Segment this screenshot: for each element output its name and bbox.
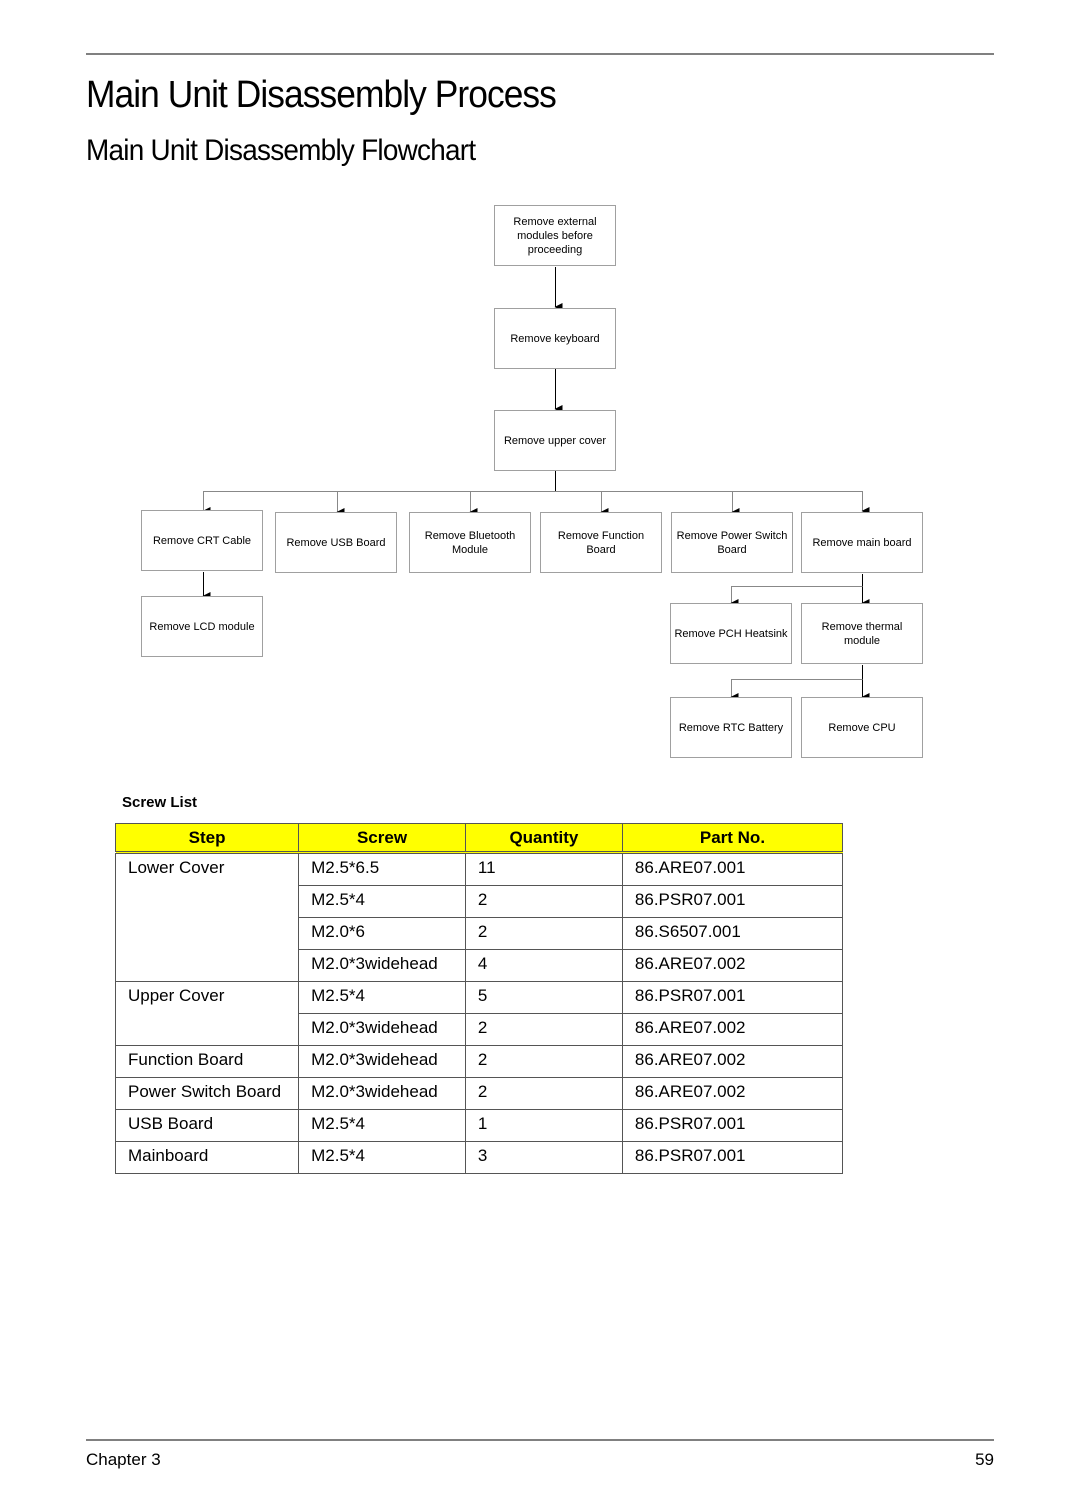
part-no-cell: 86.S6507.001 <box>621 917 844 950</box>
screw-cell: M2.0*3widehead <box>298 1013 466 1046</box>
flow-node-remove-external-modules: Remove external modules before proceedin… <box>494 205 616 266</box>
part-no-cell: 86.PSR07.001 <box>621 1109 844 1142</box>
footer-page-number: 59 <box>975 1450 994 1469</box>
screw-cell: M2.5*4 <box>298 885 466 918</box>
quantity-cell: 11 <box>464 851 623 886</box>
screw-cell: M2.5*4 <box>298 981 466 1014</box>
quantity-cell: 2 <box>464 1013 623 1046</box>
table-row: Function Board M2.0*3widehead 2 86.ARE07… <box>114 1045 844 1078</box>
flow-node-remove-cpu: Remove CPU <box>801 697 923 758</box>
flow-node-remove-upper-cover: Remove upper cover <box>494 410 616 471</box>
flow-node-remove-power-switch-board: Remove Power Switch Board <box>671 512 793 573</box>
flow-node-remove-thermal-module: Remove thermal module <box>801 603 923 664</box>
step-cell: Function Board <box>114 1045 300 1078</box>
quantity-cell: 1 <box>464 1109 623 1142</box>
column-header-screw: Screw <box>298 823 466 854</box>
screw-cell: M2.0*3widehead <box>298 1077 466 1110</box>
flow-node-remove-pch-heatsink: Remove PCH Heatsink <box>670 603 792 664</box>
table-row: Power Switch Board M2.0*3widehead 2 86.A… <box>114 1077 844 1110</box>
screw-list-heading: Screw List <box>122 794 198 811</box>
table-row: Mainboard M2.5*4 3 86.PSR07.001 <box>114 1141 844 1174</box>
flow-node-remove-bluetooth-module: Remove Bluetooth Module <box>409 512 531 573</box>
part-no-cell: 86.ARE07.002 <box>621 1077 844 1110</box>
screw-cell: M2.0*6 <box>298 917 466 950</box>
screw-cell: M2.5*6.5 <box>298 851 466 886</box>
footer-rule <box>86 1439 994 1441</box>
table-row: USB Board M2.5*4 1 86.PSR07.001 <box>114 1109 844 1142</box>
flow-node-remove-keyboard: Remove keyboard <box>494 308 616 369</box>
connector-mainboard-to-pch <box>730 586 863 607</box>
quantity-cell: 2 <box>464 1045 623 1078</box>
quantity-cell: 4 <box>464 949 623 982</box>
step-cell: USB Board <box>114 1109 300 1142</box>
step-cell: Upper Cover <box>114 981 300 1046</box>
disassembly-flowchart: Remove external modules before proceedin… <box>0 0 1080 780</box>
column-header-part-no: Part No. <box>621 823 844 854</box>
quantity-cell: 2 <box>464 1077 623 1110</box>
quantity-cell: 5 <box>464 981 623 1014</box>
screw-cell: M2.0*3widehead <box>298 1045 466 1078</box>
part-no-cell: 86.ARE07.002 <box>621 1045 844 1078</box>
part-no-cell: 86.ARE07.002 <box>621 1013 844 1046</box>
quantity-cell: 3 <box>464 1141 623 1174</box>
flow-node-remove-lcd-module: Remove LCD module <box>141 596 263 657</box>
part-no-cell: 86.ARE07.002 <box>621 949 844 982</box>
connector-thermal-to-rtc <box>730 679 863 701</box>
screw-cell: M2.0*3widehead <box>298 949 466 982</box>
table-header-row: Step Screw Quantity Part No. <box>114 823 844 854</box>
step-cell: Lower Cover <box>114 851 300 982</box>
connector-upper-cover-bus <box>203 491 870 515</box>
table-row: Lower Cover M2.5*6.5 11 86.ARE07.001 <box>114 851 844 982</box>
screw-cell: M2.5*4 <box>298 1141 466 1174</box>
part-no-cell: 86.ARE07.001 <box>621 851 844 886</box>
part-no-cell: 86.PSR07.001 <box>621 885 844 918</box>
footer-chapter: Chapter 3 <box>86 1450 161 1469</box>
table-row: Upper Cover M2.5*4 5 86.PSR07.001 <box>114 981 844 1046</box>
step-cell: Mainboard <box>114 1141 300 1174</box>
screw-list-table: Step Screw Quantity Part No. Lower Cover… <box>114 823 844 1174</box>
part-no-cell: 86.PSR07.001 <box>621 981 844 1014</box>
quantity-cell: 2 <box>464 917 623 950</box>
flow-node-remove-main-board: Remove main board <box>801 512 923 573</box>
part-no-cell: 86.PSR07.001 <box>621 1141 844 1174</box>
quantity-cell: 2 <box>464 885 623 918</box>
flow-node-remove-function-board: Remove Function Board <box>540 512 662 573</box>
screw-cell: M2.5*4 <box>298 1109 466 1142</box>
column-header-step: Step <box>114 823 300 854</box>
column-header-quantity: Quantity <box>464 823 623 854</box>
flow-node-remove-crt-cable: Remove CRT Cable <box>141 510 263 571</box>
flow-node-remove-usb-board: Remove USB Board <box>275 512 397 573</box>
flow-node-remove-rtc-battery: Remove RTC Battery <box>670 697 792 758</box>
step-cell: Power Switch Board <box>114 1077 300 1110</box>
